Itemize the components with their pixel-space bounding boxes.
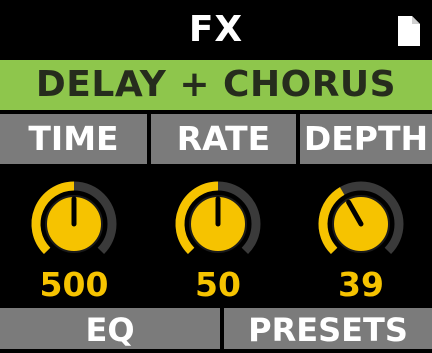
knob-panel: 500 50 39 [0,168,432,306]
depth-knob[interactable] [313,176,409,272]
tab-depth[interactable]: DEPTH [300,114,432,164]
preset-name-banner[interactable]: DELAY + CHORUS [0,60,432,110]
time-knob[interactable] [26,176,122,272]
tab-time[interactable]: TIME [0,114,147,164]
tab-presets[interactable]: PRESETS [224,308,432,349]
title-bar: FX [0,0,432,58]
fx-screen: FX DELAY + CHORUS TIME RATE DEPTH 500 50… [0,0,432,349]
document-icon[interactable] [398,16,420,46]
depth-value: 39 [338,265,384,304]
tab-eq[interactable]: EQ [0,308,220,349]
screen-title: FX [188,9,244,50]
time-value: 500 [39,265,109,304]
rate-knob[interactable] [170,176,266,272]
tab-rate[interactable]: RATE [151,114,296,164]
rate-value: 50 [195,265,241,304]
